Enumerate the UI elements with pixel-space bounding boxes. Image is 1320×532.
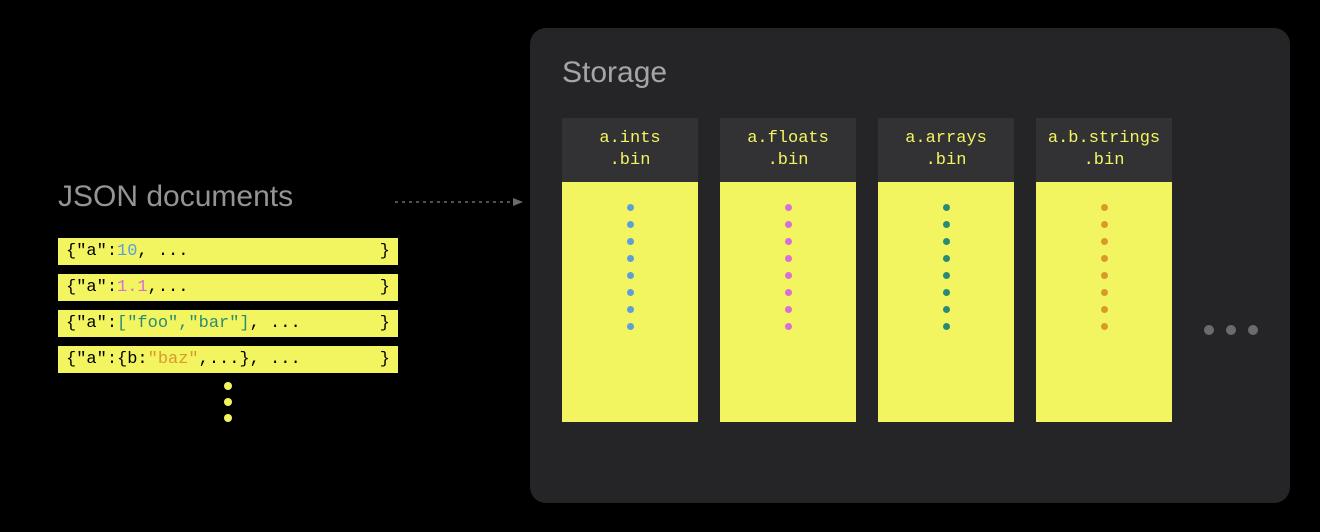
json-row: {"a":["foo","bar"], ...} <box>58 310 398 337</box>
data-dot-icon <box>943 238 950 245</box>
data-dot-icon <box>943 323 950 330</box>
dot-icon <box>224 382 232 390</box>
data-dot-icon <box>943 221 950 228</box>
data-dot-icon <box>627 238 634 245</box>
data-dot-icon <box>627 221 634 228</box>
arrow-icon <box>395 196 525 198</box>
storage-column: a.arrays .bin <box>878 118 1014 422</box>
json-documents-title: JSON documents <box>58 180 398 214</box>
json-rows-list: {"a":10, ...} {"a":1.1,...} {"a":["foo","b… <box>58 238 398 373</box>
json-row: {"a":10, ...} <box>58 238 398 265</box>
data-dot-icon <box>627 255 634 262</box>
storage-column-body <box>878 182 1014 422</box>
data-dot-icon <box>1101 289 1108 296</box>
storage-column-header: a.floats .bin <box>720 118 856 182</box>
storage-column-header: a.arrays .bin <box>878 118 1014 182</box>
data-dot-icon <box>627 323 634 330</box>
storage-panel: Storage a.ints .bin a.floats .bin a.arrays… <box>530 28 1290 503</box>
data-dot-icon <box>1101 255 1108 262</box>
storage-columns-row: a.ints .bin a.floats .bin a.arrays .bin a.b… <box>562 118 1258 422</box>
data-dot-icon <box>785 272 792 279</box>
storage-column: a.floats .bin <box>720 118 856 422</box>
storage-column-header: a.ints .bin <box>562 118 698 182</box>
dot-icon <box>1248 325 1258 335</box>
storage-column-header: a.b.strings .bin <box>1036 118 1172 182</box>
dot-icon <box>224 414 232 422</box>
data-dot-icon <box>785 306 792 313</box>
storage-column-body <box>562 182 698 422</box>
dot-icon <box>1226 325 1236 335</box>
storage-column: a.ints .bin <box>562 118 698 422</box>
json-documents-section: JSON documents {"a":10, ...} {"a":1.1,...… <box>58 180 398 430</box>
data-dot-icon <box>785 289 792 296</box>
data-dot-icon <box>1101 238 1108 245</box>
data-dot-icon <box>785 238 792 245</box>
storage-column-body <box>720 182 856 422</box>
data-dot-icon <box>943 289 950 296</box>
data-dot-icon <box>785 323 792 330</box>
data-dot-icon <box>943 306 950 313</box>
data-dot-icon <box>1101 204 1108 211</box>
data-dot-icon <box>1101 306 1108 313</box>
json-row: {"a":{b:"baz",...}, ...} <box>58 346 398 373</box>
data-dot-icon <box>785 255 792 262</box>
data-dot-icon <box>943 255 950 262</box>
data-dot-icon <box>1101 323 1108 330</box>
data-dot-icon <box>785 204 792 211</box>
data-dot-icon <box>627 204 634 211</box>
data-dot-icon <box>627 289 634 296</box>
storage-column: a.b.strings .bin <box>1036 118 1172 422</box>
data-dot-icon <box>627 306 634 313</box>
data-dot-icon <box>943 204 950 211</box>
data-dot-icon <box>627 272 634 279</box>
columns-ellipsis-icon <box>1204 325 1258 335</box>
storage-title: Storage <box>562 56 1258 90</box>
data-dot-icon <box>1101 221 1108 228</box>
storage-column-body <box>1036 182 1172 422</box>
data-dot-icon <box>1101 272 1108 279</box>
data-dot-icon <box>785 221 792 228</box>
dot-icon <box>224 398 232 406</box>
json-row: {"a":1.1,...} <box>58 274 398 301</box>
json-rows-ellipsis <box>58 382 398 422</box>
dot-icon <box>1204 325 1214 335</box>
data-dot-icon <box>943 272 950 279</box>
